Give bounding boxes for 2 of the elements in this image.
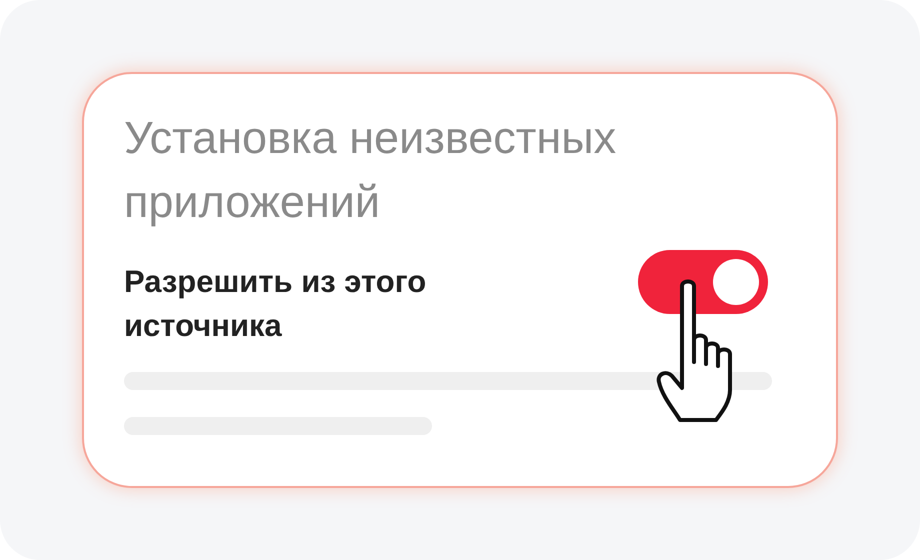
card-title: Установка неизвестных приложений xyxy=(124,111,618,229)
setting-label: Разрешить из этого источника xyxy=(124,263,428,345)
